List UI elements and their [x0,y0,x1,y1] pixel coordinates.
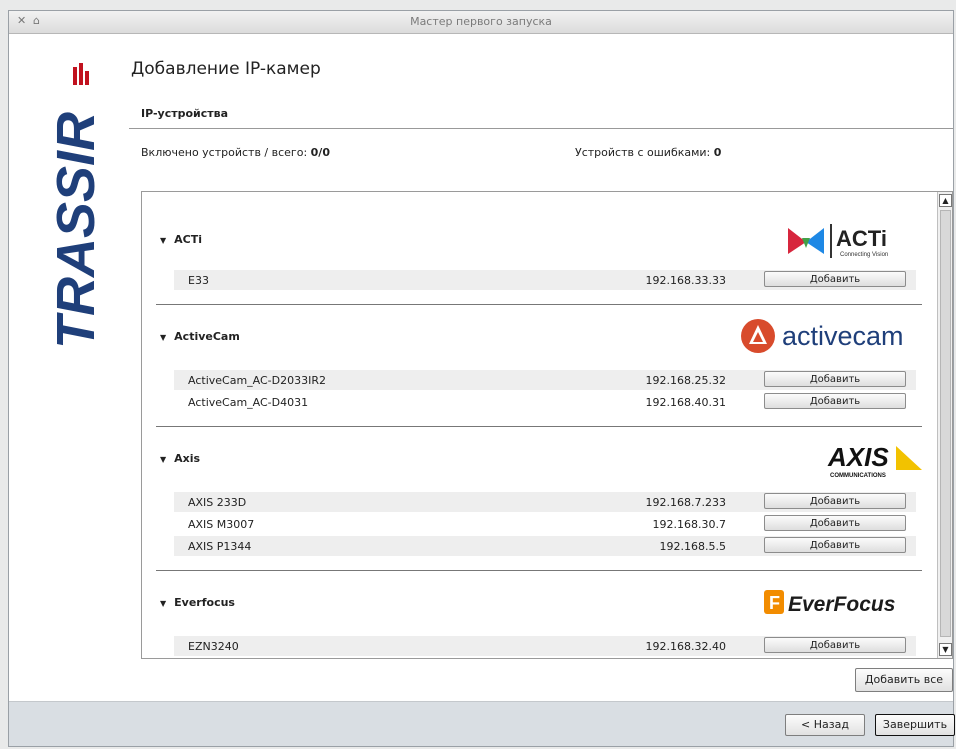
error-devices-stat: Устройств с ошибками: 0 [575,146,721,159]
group-header-axis[interactable]: ▼ Axis [160,452,200,465]
caret-down-icon[interactable]: ▼ [160,455,166,464]
device-name: ActiveCam_AC-D2033IR2 [188,374,326,387]
group-divider [156,426,922,427]
title-bar: ✕ ⌂ Мастер первого запуска [9,11,953,34]
group-header-acti[interactable]: ▼ ACTi [160,233,202,246]
group-divider [156,570,922,571]
caret-down-icon[interactable]: ▼ [160,333,166,342]
wizard-footer: < Назад Завершить [9,701,955,746]
add-device-button[interactable]: Добавить [764,271,906,287]
finish-button[interactable]: Завершить [875,714,955,736]
device-name: EZN3240 [188,640,239,653]
enabled-devices-label: Включено устройств / всего: [141,146,308,159]
device-list: ▼ ACTi ACTi Connecting Vision E33 192.168… [141,191,953,659]
device-row: ActiveCam_AC-D4031 192.168.40.31 Добавит… [174,392,916,412]
add-device-button[interactable]: Добавить [764,537,906,553]
caret-down-icon[interactable]: ▼ [160,599,166,608]
error-devices-label: Устройств с ошибками: [575,146,711,159]
window-title: Мастер первого запуска [410,15,552,28]
scroll-down-arrow-icon[interactable]: ▼ [939,643,952,656]
acti-logo: ACTi Connecting Vision [788,224,888,258]
svg-text:F: F [769,593,780,613]
device-row: AXIS P1344 192.168.5.5 Добавить [174,536,916,556]
group-name: Axis [174,452,201,465]
group-name: ACTi [174,233,203,246]
add-device-button[interactable]: Добавить [764,637,906,653]
activecam-logo: activecam [741,319,904,353]
page-title: Добавление IP-камер [131,59,321,79]
add-device-button[interactable]: Добавить [764,493,906,509]
add-device-button[interactable]: Добавить [764,393,906,409]
error-devices-value: 0 [713,146,722,159]
activecam-logo-text: activecam [782,321,904,351]
device-name: AXIS 233D [188,496,247,509]
group-name: Everfocus [174,596,235,609]
device-row: AXIS 233D 192.168.7.233 Добавить [174,492,916,512]
group-divider [156,304,922,305]
add-device-button[interactable]: Добавить [764,515,906,531]
back-button[interactable]: < Назад [785,714,865,736]
axis-logo-subtext: COMMUNICATIONS [830,473,886,479]
scroll-up-arrow-icon[interactable]: ▲ [939,194,952,207]
device-name: ActiveCam_AC-D4031 [188,396,309,409]
trassir-logo: TRASSIR [46,63,106,349]
wizard-window: ✕ ⌂ Мастер первого запуска TRASSIR Добав… [8,10,955,747]
scrollbar-thumb[interactable] [940,210,951,637]
device-ip: 192.168.32.40 [645,640,726,653]
everfocus-logo-text: EverFocus [788,593,895,616]
device-row: ActiveCam_AC-D2033IR2 192.168.25.32 Доба… [174,370,916,390]
add-device-button[interactable]: Добавить [764,371,906,387]
enabled-devices-value: 0/0 [310,146,330,159]
everfocus-logo: F EverFocus [764,590,895,616]
caret-down-icon[interactable]: ▼ [160,236,166,245]
device-name: E33 [188,274,209,287]
acti-logo-text: ACTi [836,226,887,251]
add-all-button[interactable]: Добавить все [855,668,953,692]
axis-logo-text: AXIS [827,442,889,472]
svg-text:TRASSIR: TRASSIR [46,112,106,349]
section-divider [129,128,953,129]
section-title: IP-устройства [141,107,229,120]
device-ip: 192.168.30.7 [652,518,726,531]
axis-logo: AXIS COMMUNICATIONS [827,442,922,479]
device-ip: 192.168.33.33 [645,274,726,287]
device-row: E33 192.168.33.33 Добавить [174,270,916,290]
device-name: AXIS M3007 [188,518,255,531]
enabled-devices-stat: Включено устройств / всего: 0/0 [141,146,330,159]
acti-logo-subtext: Connecting Vision [840,252,888,258]
device-ip: 192.168.25.32 [645,374,726,387]
device-ip: 192.168.7.233 [645,496,726,509]
group-header-activecam[interactable]: ▼ ActiveCam [160,330,240,343]
device-row: AXIS M3007 192.168.30.7 Добавить [174,514,916,534]
group-name: ActiveCam [174,330,240,343]
device-row: EZN3240 192.168.32.40 Добавить [174,636,916,656]
device-name: AXIS P1344 [188,540,252,553]
device-ip: 192.168.5.5 [659,540,726,553]
group-header-everfocus[interactable]: ▼ Everfocus [160,596,235,609]
device-ip: 192.168.40.31 [645,396,726,409]
vertical-scrollbar[interactable]: ▲ ▼ [937,192,952,658]
